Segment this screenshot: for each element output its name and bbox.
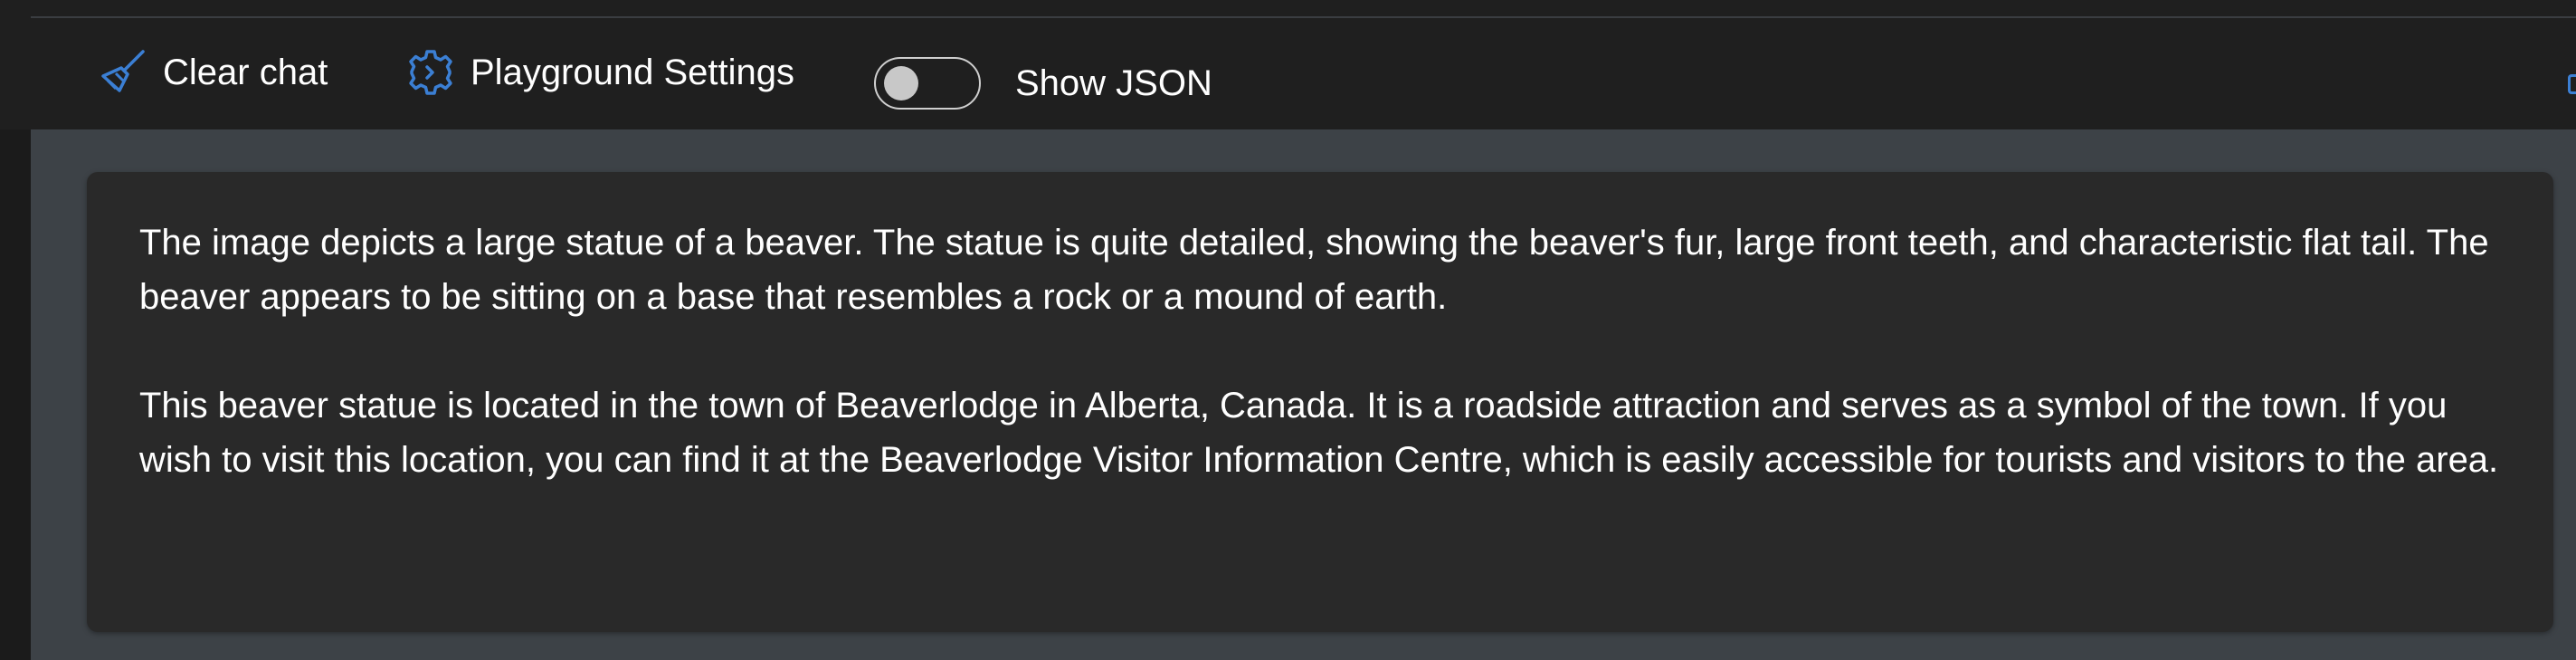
message-paragraph: The image depicts a large statue of a be… bbox=[139, 223, 2489, 317]
toggle-knob bbox=[884, 66, 918, 100]
clear-chat-button[interactable]: Clear chat bbox=[98, 45, 328, 100]
panel-edge-icon bbox=[2568, 74, 2576, 94]
message-paragraph: This beaver statue is located in the tow… bbox=[139, 386, 2499, 480]
show-json-label: Show JSON bbox=[1015, 63, 1212, 103]
show-json-toggle[interactable] bbox=[874, 57, 981, 110]
playground-chat-window: Clear chat Playground Settings Show JSON… bbox=[0, 0, 2576, 660]
clear-chat-label: Clear chat bbox=[163, 52, 328, 92]
playground-settings-button[interactable]: Playground Settings bbox=[405, 45, 794, 100]
playground-settings-label: Playground Settings bbox=[471, 52, 795, 92]
broom-icon bbox=[98, 47, 148, 98]
gear-icon bbox=[405, 47, 456, 98]
chat-toolbar: Clear chat Playground Settings Show JSON bbox=[0, 18, 2576, 129]
message-text: The image depicts a large statue of a be… bbox=[139, 215, 2528, 487]
chat-history-area[interactable]: The image depicts a large statue of a be… bbox=[31, 129, 2576, 660]
assistant-message: The image depicts a large statue of a be… bbox=[87, 172, 2553, 632]
left-panel-edge bbox=[0, 129, 31, 660]
